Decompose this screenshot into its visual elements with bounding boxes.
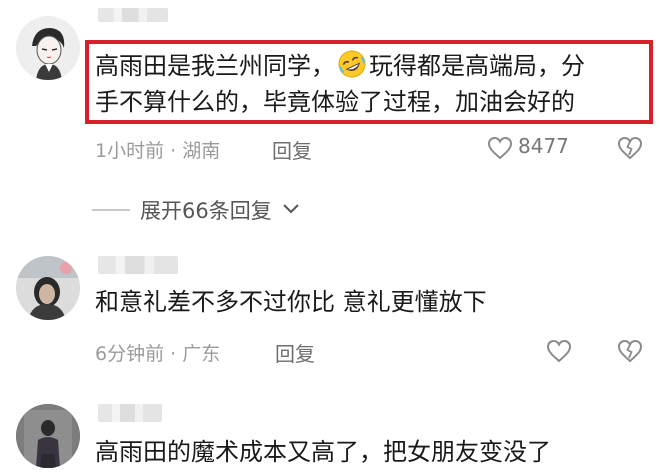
reply-button[interactable]: 回复 xyxy=(275,338,315,367)
chevron-down-icon xyxy=(282,201,300,220)
username-blurred[interactable] xyxy=(98,404,162,422)
avatar[interactable] xyxy=(16,256,80,320)
comment-meta: 6分钟前 · 广东 xyxy=(95,343,221,365)
heart-icon[interactable] xyxy=(487,136,513,164)
comment-text-line-2: 手不算什么的，毕竟体验了过程，加油会好的 xyxy=(95,88,575,116)
comment-text: 高雨田的魔术成本又高了，把女朋友变没了 xyxy=(95,438,551,466)
expand-replies-label: 展开66条回复 xyxy=(140,199,272,223)
avatar[interactable] xyxy=(16,16,80,80)
rofl-emoji-icon xyxy=(337,49,367,79)
heart-icon[interactable] xyxy=(546,339,572,367)
broken-heart-icon[interactable] xyxy=(617,136,643,164)
expand-replies[interactable]: 展开66条回复 xyxy=(92,196,300,224)
comment-meta: 1小时前 · 湖南 xyxy=(95,140,221,162)
avatar[interactable] xyxy=(16,404,80,468)
reply-button[interactable]: 回复 xyxy=(272,135,312,164)
username-blurred[interactable] xyxy=(98,8,168,22)
comment-text-line-1: 高雨田是我兰州同学， 玩得都是高端局，分 xyxy=(95,48,585,85)
like-count: 8477 xyxy=(518,134,569,158)
comment-text: 和意礼差不多不过你比 意礼更懂放下 xyxy=(95,288,487,316)
username-blurred[interactable] xyxy=(98,256,178,274)
divider xyxy=(92,209,130,211)
broken-heart-icon[interactable] xyxy=(617,339,643,367)
